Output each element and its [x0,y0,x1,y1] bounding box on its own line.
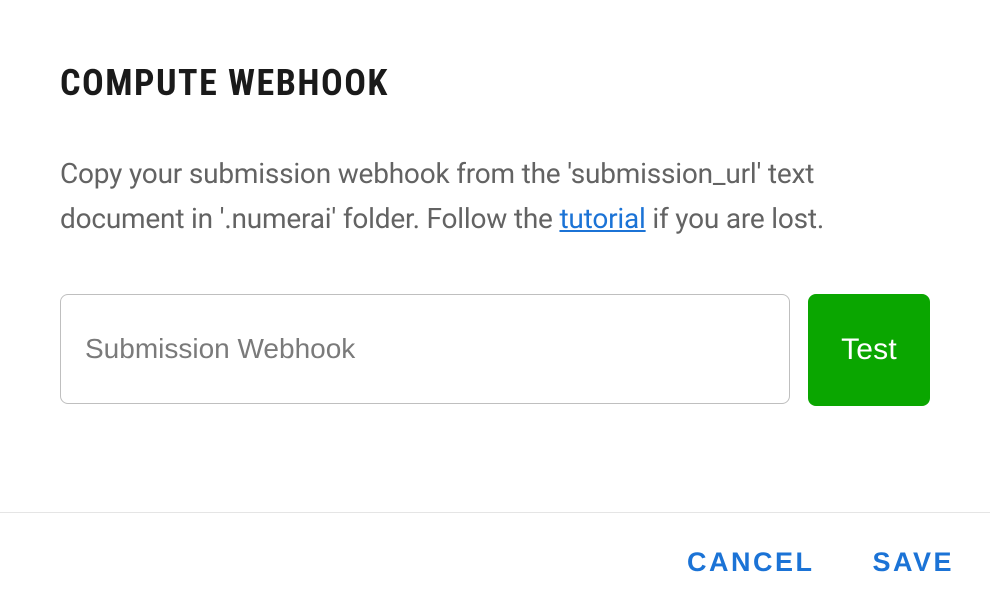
test-button[interactable]: Test [808,294,930,406]
input-row: Test [60,294,930,406]
cancel-button[interactable]: CANCEL [687,547,815,578]
tutorial-link[interactable]: tutorial [559,202,645,235]
footer-actions: CANCEL SAVE [0,512,990,612]
submission-webhook-input[interactable] [60,294,790,404]
save-button[interactable]: SAVE [872,547,954,578]
description-suffix: if you are lost. [646,202,824,235]
description-text: Copy your submission webhook from the 's… [60,152,930,242]
page-title: COMPUTE WEBHOOK [60,62,930,104]
